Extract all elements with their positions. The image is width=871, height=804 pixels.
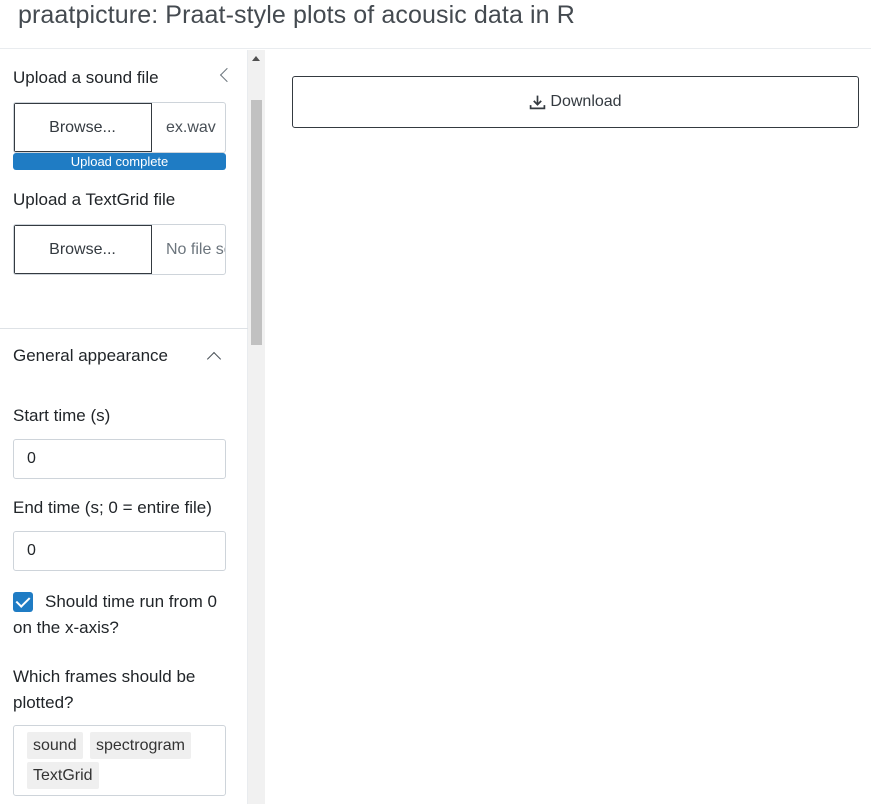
frame-chip-spectrogram[interactable]: spectrogram [90,732,191,759]
sound-browse-button[interactable]: Browse... [14,103,152,152]
end-time-label: End time (s; 0 = entire file) [13,498,212,517]
download-label: Download [550,93,622,110]
start-time-input[interactable] [13,439,226,479]
frame-chip-sound[interactable]: sound [27,732,83,759]
scroll-up-arrow-icon[interactable] [252,56,260,61]
time-from-zero-label: Should time run from 0 on the x-axis? [13,592,217,637]
start-time-label: Start time (s) [13,406,111,425]
textgrid-file-input[interactable]: Browse... No file selected [13,224,226,275]
textgrid-upload-label: Upload a TextGrid file [13,190,176,209]
upload-progress-bar: Upload complete [13,153,226,170]
sound-file-input[interactable]: Browse... ex.wav [13,102,226,153]
sidebar-divider [0,328,248,329]
frame-chip-textgrid[interactable]: TextGrid [27,762,99,789]
general-appearance-heading[interactable]: General appearance [13,346,168,366]
frames-label: Which frames should be plotted? [13,667,196,712]
title-bar: praatpicture: Praat-style plots of acous… [0,0,871,49]
textgrid-browse-button[interactable]: Browse... [14,225,152,274]
sound-upload-label: Upload a sound file [13,68,159,87]
textgrid-file-name: No file selected [166,240,225,258]
download-icon [530,95,546,109]
download-button[interactable]: Download [292,76,859,128]
sidebar-scroll-thumb[interactable] [251,100,262,345]
frames-select[interactable]: sound spectrogram TextGrid [13,725,226,796]
end-time-input[interactable] [13,531,226,571]
app-title: praatpicture: Praat-style plots of acous… [18,1,575,29]
sound-file-name: ex.wav [166,118,216,136]
